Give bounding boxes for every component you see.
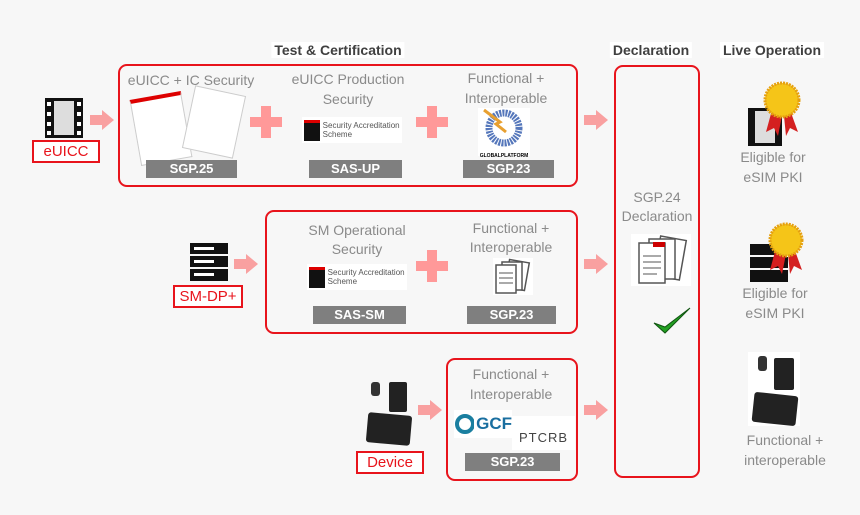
functional-title-2: Interoperable [464,90,548,106]
arrow-icon [234,254,258,274]
live-text-1: Eligible for [742,285,808,301]
devices-icon [748,352,800,426]
arrow-icon [584,400,608,420]
sas-logo: Security Accreditation Scheme [302,117,402,143]
arrow-icon [90,110,114,130]
live-text-2: interoperable [744,452,826,468]
sgp23-label: SGP.23 [465,453,560,471]
live-text-2: eSIM PKI [743,169,803,185]
live-text-1: Eligible for [740,149,806,165]
heading-test-certification: Test & Certification [271,42,405,58]
documents-icon [631,234,691,286]
sas-sm-label: SAS-SM [313,306,406,324]
euicc-chip-icon [45,98,83,138]
plus-icon [416,250,448,282]
functional-title-1: Functional + [472,220,550,236]
euicc-label: eUICC [32,140,100,163]
declaration-title: Declaration [621,208,693,224]
devices-icon [366,382,412,446]
sgp24-title: SGP.24 [633,189,681,205]
checkmark-icon [653,307,691,334]
functional-title-2: Interoperable [469,239,553,255]
certified-euicc-icon [748,81,801,146]
sm-operational-title-1: SM Operational [308,222,406,238]
sm-operational-title-2: Security [331,241,383,257]
euicc-production-security-title-2: Security [322,91,374,107]
sgp25-label: SGP.25 [146,160,237,178]
sgp23-label: SGP.23 [467,306,556,324]
live-text-2: eSIM PKI [745,305,805,321]
euicc-production-security-title-1: eUICC Production [291,71,405,87]
device-label: Device [356,451,424,474]
gcf-logo: GCF [454,410,512,438]
server-icon [190,243,228,281]
functional-title-1: Functional + [467,70,545,86]
heading-declaration: Declaration [609,42,693,58]
globalplatform-logo: GLOBALPLATFORM [478,108,530,159]
sgp23-label: SGP.23 [463,160,554,178]
arrow-icon [584,110,608,130]
sas-up-label: SAS-UP [309,160,402,178]
smdp-label: SM-DP+ [173,285,243,308]
sas-logo: Security Accreditation Scheme [307,264,407,290]
live-text-1: Functional + [746,432,824,448]
plus-icon [416,106,448,138]
functional-title-2: Interoperable [469,386,553,402]
arrow-icon [584,254,608,274]
documents-icon [493,258,533,295]
functional-title-1: Functional + [472,366,550,382]
plus-icon [250,106,282,138]
euicc-ic-security-title: eUICC + IC Security [127,72,255,88]
certified-server-icon [750,222,804,282]
ptcrb-logo: PTCRB [512,416,575,450]
arrow-icon [418,400,442,420]
heading-live-operation: Live Operation [719,42,825,58]
